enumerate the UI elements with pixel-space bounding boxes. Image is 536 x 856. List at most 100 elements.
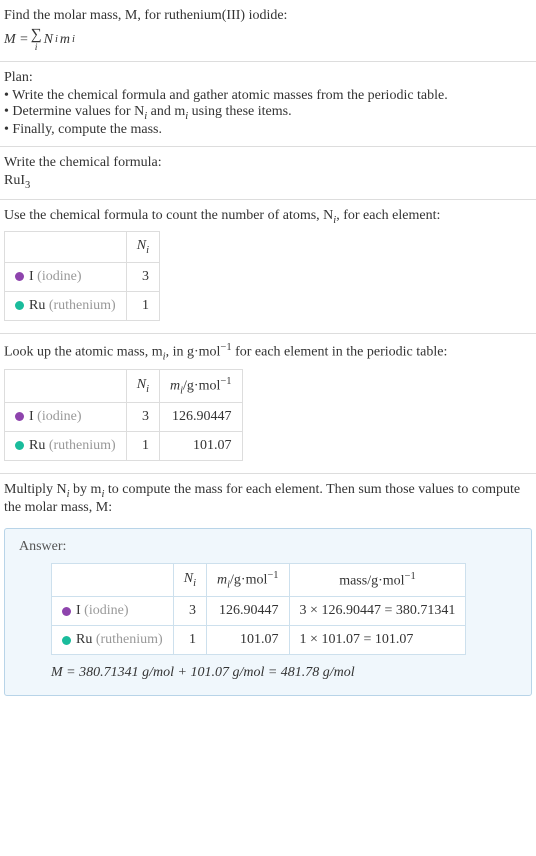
- step3-title-sup: −1: [220, 342, 231, 353]
- element-dot-icon: [15, 441, 24, 450]
- step4-title: Multiply Ni by mi to compute the mass fo…: [4, 482, 532, 516]
- elem-symbol: Ru: [76, 632, 92, 647]
- step3-section: Look up the atomic mass, mi, in g·mol−1 …: [0, 334, 536, 474]
- plan-item-2c: using these items.: [188, 104, 291, 119]
- plan-item-2b: and m: [147, 104, 185, 119]
- molar-mass-equation: M = ∑ i Nimi: [4, 26, 532, 53]
- eq-lhs: M =: [4, 32, 29, 48]
- element-cell: Ru (ruthenium): [5, 432, 127, 461]
- step3-title-b: , in g·mol: [166, 345, 221, 360]
- plan-item-2: • Determine values for Ni and mi using t…: [4, 104, 532, 122]
- chemical-formula: RuI3: [4, 173, 532, 191]
- element-dot-icon: [15, 301, 24, 310]
- elem-name: (ruthenium): [96, 632, 163, 647]
- m-value: 126.90447: [206, 597, 289, 626]
- n-value: 3: [173, 597, 206, 626]
- intro-line1: Find the molar mass, M, for ruthenium(II…: [4, 8, 532, 24]
- eq-N: N: [44, 32, 53, 48]
- elem-name: (ruthenium): [49, 438, 116, 453]
- intro-section: Find the molar mass, M, for ruthenium(II…: [0, 0, 536, 62]
- eq-m-sub: i: [72, 34, 75, 45]
- atomic-mass-table: Ni mi/g·mol−1 I (iodine) 3 126.90447 Ru …: [4, 369, 243, 461]
- elem-symbol: Ru: [29, 438, 45, 453]
- answer-label: Answer:: [19, 539, 517, 555]
- n-header: Ni: [126, 232, 159, 263]
- mass-header: mass/g·mol−1: [289, 563, 466, 596]
- table-header-row: Ni mi/g·mol−1: [5, 369, 243, 402]
- element-dot-icon: [15, 272, 24, 281]
- elem-symbol: I: [76, 603, 81, 618]
- plan-title: Plan:: [4, 70, 532, 86]
- n-header: Ni: [173, 563, 206, 596]
- elem-symbol: I: [29, 269, 34, 284]
- table-row: I (iodine) 3: [5, 263, 160, 292]
- m-header: mi/g·mol−1: [206, 563, 289, 596]
- n-value: 3: [126, 403, 159, 432]
- mass-calc: 3 × 126.90447 = 380.71341: [289, 597, 466, 626]
- step3-title-a: Look up the atomic mass, m: [4, 345, 163, 360]
- mass-calc: 1 × 101.07 = 101.07: [289, 626, 466, 655]
- atom-count-table: Ni I (iodine) 3 Ru (ruthenium) 1: [4, 231, 160, 321]
- plan-item-1: • Write the chemical formula and gather …: [4, 88, 532, 104]
- elem-symbol: Ru: [29, 298, 45, 313]
- answer-content: Ni mi/g·mol−1 mass/g·mol−1 I (iodine) 3 …: [51, 563, 517, 681]
- elem-name: (ruthenium): [49, 298, 116, 313]
- empty-header: [52, 563, 174, 596]
- m-value: 101.07: [206, 626, 289, 655]
- n-value: 1: [126, 292, 159, 321]
- elem-name: (iodine): [37, 409, 81, 424]
- step3-title-c: for each element in the periodic table:: [232, 345, 448, 360]
- elem-symbol: I: [29, 409, 34, 424]
- table-row: I (iodine) 3 126.90447: [5, 403, 243, 432]
- eq-m: m: [60, 32, 70, 48]
- intro-text: Find the molar mass, M, for ruthenium(II…: [4, 8, 287, 23]
- step2-title: Use the chemical formula to count the nu…: [4, 208, 532, 226]
- element-dot-icon: [62, 636, 71, 645]
- m-value: 101.07: [159, 432, 242, 461]
- element-cell: I (iodine): [5, 263, 127, 292]
- empty-header: [5, 232, 127, 263]
- sigma-sub: i: [31, 42, 42, 53]
- plan-item-3: • Finally, compute the mass.: [4, 122, 532, 138]
- empty-header: [5, 369, 127, 402]
- m-header: mi/g·mol−1: [159, 369, 242, 402]
- table-row: Ru (ruthenium) 1 101.07: [5, 432, 243, 461]
- element-cell: I (iodine): [5, 403, 127, 432]
- formula-base: RuI: [4, 173, 25, 188]
- final-result: M = 380.71341 g/mol + 101.07 g/mol = 481…: [51, 665, 517, 681]
- element-cell: I (iodine): [52, 597, 174, 626]
- element-dot-icon: [15, 412, 24, 421]
- plan-item-2a: • Determine values for N: [4, 104, 144, 119]
- n-value: 1: [173, 626, 206, 655]
- answer-table: Ni mi/g·mol−1 mass/g·mol−1 I (iodine) 3 …: [51, 563, 466, 655]
- n-value: 3: [126, 263, 159, 292]
- element-cell: Ru (ruthenium): [5, 292, 127, 321]
- elem-name: (iodine): [37, 269, 81, 284]
- element-dot-icon: [62, 607, 71, 616]
- step4-title-b: by m: [70, 482, 102, 497]
- sigma-block: ∑ i: [31, 26, 42, 53]
- table-header-row: Ni mi/g·mol−1 mass/g·mol−1: [52, 563, 466, 596]
- step4-title-a: Multiply N: [4, 482, 67, 497]
- n-value: 1: [126, 432, 159, 461]
- step3-title: Look up the atomic mass, mi, in g·mol−1 …: [4, 342, 532, 362]
- step2-section: Use the chemical formula to count the nu…: [0, 200, 536, 335]
- m-value: 126.90447: [159, 403, 242, 432]
- step4-section: Multiply Ni by mi to compute the mass fo…: [0, 474, 536, 524]
- step1-section: Write the chemical formula: RuI3: [0, 147, 536, 200]
- answer-box: Answer: Ni mi/g·mol−1 mass/g·mol−1 I (io…: [4, 528, 532, 696]
- table-header-row: Ni: [5, 232, 160, 263]
- formula-sub: 3: [25, 180, 30, 191]
- eq-N-sub: i: [55, 34, 58, 45]
- elem-name: (iodine): [84, 603, 128, 618]
- n-header: Ni: [126, 369, 159, 402]
- step1-title: Write the chemical formula:: [4, 155, 532, 171]
- plan-section: Plan: • Write the chemical formula and g…: [0, 62, 536, 147]
- step2-title-b: , for each element:: [336, 208, 440, 223]
- element-cell: Ru (ruthenium): [52, 626, 174, 655]
- step2-title-a: Use the chemical formula to count the nu…: [4, 208, 333, 223]
- sigma-symbol: ∑: [31, 26, 42, 43]
- table-row: Ru (ruthenium) 1 101.07 1 × 101.07 = 101…: [52, 626, 466, 655]
- table-row: I (iodine) 3 126.90447 3 × 126.90447 = 3…: [52, 597, 466, 626]
- table-row: Ru (ruthenium) 1: [5, 292, 160, 321]
